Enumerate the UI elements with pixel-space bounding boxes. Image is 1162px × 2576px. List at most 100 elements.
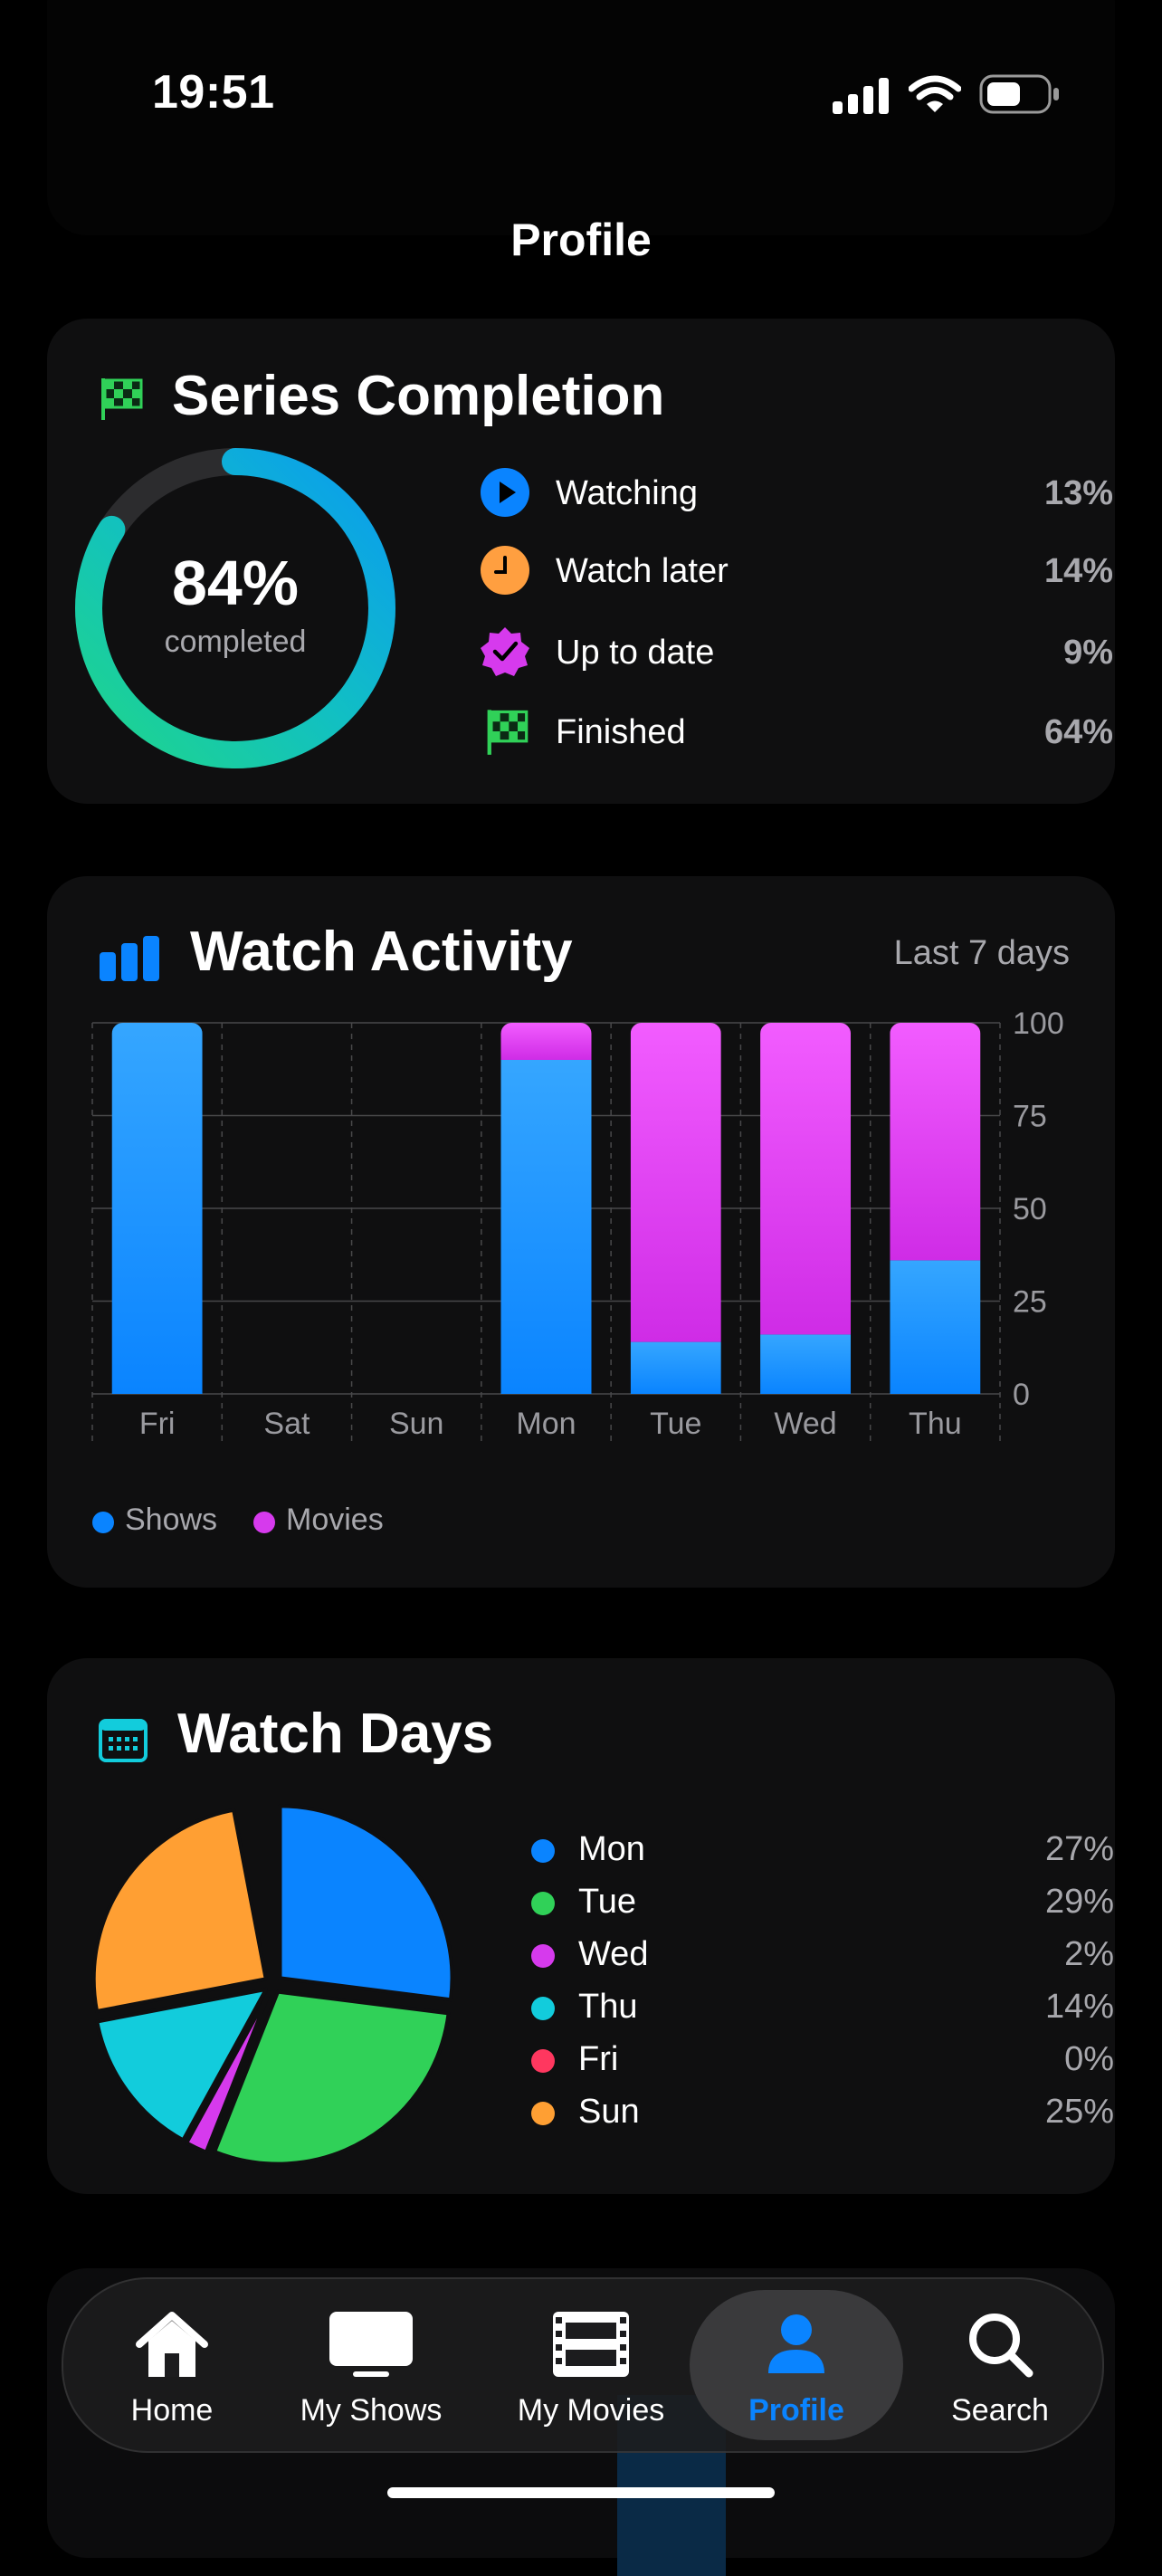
day-value: 25% bbox=[1044, 2093, 1114, 2131]
watch-days-item-thu: Thu 14% bbox=[531, 1986, 1129, 2031]
legend-label-shows: Shows bbox=[125, 1503, 218, 1537]
legend-dot bbox=[531, 2102, 555, 2125]
completion-caption: completed bbox=[164, 625, 307, 659]
x-tick-label: Mon bbox=[516, 1407, 576, 1441]
bar-shows-fri bbox=[111, 1023, 203, 1394]
pie-slice-sun bbox=[91, 1808, 268, 2013]
status-time: 19:51 bbox=[152, 66, 275, 119]
bar-shows-mon bbox=[500, 1060, 592, 1394]
x-tick-label: Thu bbox=[909, 1407, 962, 1441]
tab-label: My Shows bbox=[300, 2393, 443, 2428]
day-value: 29% bbox=[1044, 1883, 1114, 1921]
x-tick-label: Tue bbox=[650, 1407, 701, 1441]
calendar-icon bbox=[98, 1716, 148, 1768]
legend-finished: Finished 64% bbox=[480, 706, 1131, 760]
bar-shows-wed bbox=[760, 1334, 852, 1394]
x-tick-label: Sun bbox=[389, 1407, 444, 1441]
day-label: Wed bbox=[578, 1935, 649, 1973]
legend-dot bbox=[531, 1839, 555, 1863]
legend-dot bbox=[531, 1944, 555, 1968]
tab-label: Search bbox=[951, 2393, 1049, 2428]
clock-icon bbox=[480, 545, 530, 596]
legend-value: 14% bbox=[1043, 552, 1113, 590]
tab-label: Home bbox=[130, 2393, 214, 2428]
cellular-signal-icon bbox=[833, 78, 891, 119]
watch-days-pie bbox=[83, 1794, 463, 2174]
day-value: 2% bbox=[1064, 1935, 1114, 1973]
legend-dot-movies bbox=[253, 1512, 275, 1533]
day-label: Fri bbox=[578, 2040, 619, 2078]
bar-shows-thu bbox=[890, 1260, 981, 1394]
legend-watch-later: Watch later 14% bbox=[480, 545, 1131, 599]
legend-dot bbox=[531, 1892, 555, 1915]
watch-days-item-sun: Sun 25% bbox=[531, 2091, 1129, 2136]
x-tick-label: Sat bbox=[263, 1407, 310, 1441]
watch-days-item-fri: Fri 0% bbox=[531, 2038, 1129, 2084]
battery-icon bbox=[979, 74, 1061, 119]
bar-shows-tue bbox=[630, 1341, 721, 1394]
tab-label: My Movies bbox=[517, 2393, 665, 2428]
watch-days-item-mon: Mon 27% bbox=[531, 1828, 1129, 1874]
tab-profile[interactable]: Profile bbox=[690, 2290, 903, 2440]
magnifying-glass-icon bbox=[966, 2310, 1034, 2383]
legend-value: 13% bbox=[1043, 474, 1113, 512]
legend-watching: Watching 13% bbox=[480, 467, 1131, 521]
series-completion-title: Series Completion bbox=[172, 365, 665, 427]
y-tick-label: 50 bbox=[1013, 1192, 1047, 1226]
x-tick-label: Wed bbox=[774, 1407, 836, 1441]
completion-ring: 84% completed bbox=[74, 447, 396, 769]
day-value: 14% bbox=[1044, 1988, 1114, 2026]
legend-value: 64% bbox=[1043, 713, 1113, 751]
checkered-flag-icon bbox=[98, 375, 145, 426]
checkered-flag-icon bbox=[480, 706, 530, 757]
legend-label: Finished bbox=[556, 713, 686, 751]
y-tick-label: 75 bbox=[1013, 1100, 1047, 1134]
legend-up-to-date: Up to date 9% bbox=[480, 626, 1131, 681]
home-indicator bbox=[387, 2487, 775, 2498]
film-icon bbox=[551, 2310, 631, 2383]
y-tick-label: 100 bbox=[1013, 1007, 1064, 1041]
play-circle-icon bbox=[480, 467, 530, 518]
day-label: Mon bbox=[578, 1830, 645, 1868]
house-icon bbox=[134, 2310, 210, 2385]
watch-days-title: Watch Days bbox=[177, 1703, 494, 1765]
y-tick-label: 25 bbox=[1013, 1285, 1047, 1320]
tab-my-movies[interactable]: My Movies bbox=[487, 2279, 695, 2451]
watch-days-item-tue: Tue 29% bbox=[531, 1881, 1129, 1926]
watch-activity-chart: 100 75 50 25 0 Fri Sat Sun Mon Tue Wed Thu bbox=[47, 876, 1115, 1588]
completion-percentage: 84% bbox=[171, 548, 300, 618]
legend-label: Watching bbox=[556, 474, 698, 512]
day-value: 27% bbox=[1044, 1830, 1114, 1868]
tab-bar: Home My Shows My Movies Profile Search bbox=[62, 2277, 1104, 2453]
legend-label: Watch later bbox=[556, 552, 729, 590]
tab-my-shows[interactable]: My Shows bbox=[281, 2279, 462, 2451]
legend-dot bbox=[531, 2049, 555, 2073]
wifi-icon bbox=[908, 74, 962, 119]
series-completion-card: Series Completion 84% completed Watching… bbox=[47, 319, 1115, 804]
tv-icon bbox=[328, 2310, 414, 2385]
day-label: Thu bbox=[578, 1988, 638, 2026]
tab-home[interactable]: Home bbox=[81, 2279, 262, 2451]
person-icon bbox=[765, 2312, 828, 2380]
day-value: 0% bbox=[1064, 2040, 1114, 2078]
y-tick-label: 0 bbox=[1013, 1378, 1030, 1412]
day-label: Sun bbox=[578, 2093, 640, 2131]
bar-movies-wed bbox=[760, 1023, 852, 1335]
legend-dot-shows bbox=[92, 1512, 114, 1533]
tab-label: Profile bbox=[748, 2393, 844, 2428]
watch-days-item-wed: Wed 2% bbox=[531, 1933, 1129, 1979]
watch-activity-card: Watch Activity Last 7 days 100 75 50 25 0 Fri… bbox=[47, 876, 1115, 1588]
bar-movies-thu bbox=[890, 1023, 981, 1261]
legend-label-movies: Movies bbox=[286, 1503, 384, 1537]
x-tick-label: Fri bbox=[139, 1407, 176, 1441]
legend-dot bbox=[531, 1997, 555, 2020]
legend-label: Up to date bbox=[556, 634, 715, 672]
tab-search[interactable]: Search bbox=[914, 2279, 1086, 2451]
page-title: Profile bbox=[510, 215, 652, 265]
day-label: Tue bbox=[578, 1883, 637, 1921]
legend-value: 9% bbox=[1063, 634, 1113, 672]
checkmark-seal-icon bbox=[480, 626, 530, 677]
bar-movies-mon bbox=[500, 1023, 592, 1060]
bar-movies-tue bbox=[630, 1023, 721, 1342]
watch-days-card: Watch Days Mon 27% Tue 29% Wed 2% Thu 14… bbox=[47, 1658, 1115, 2194]
